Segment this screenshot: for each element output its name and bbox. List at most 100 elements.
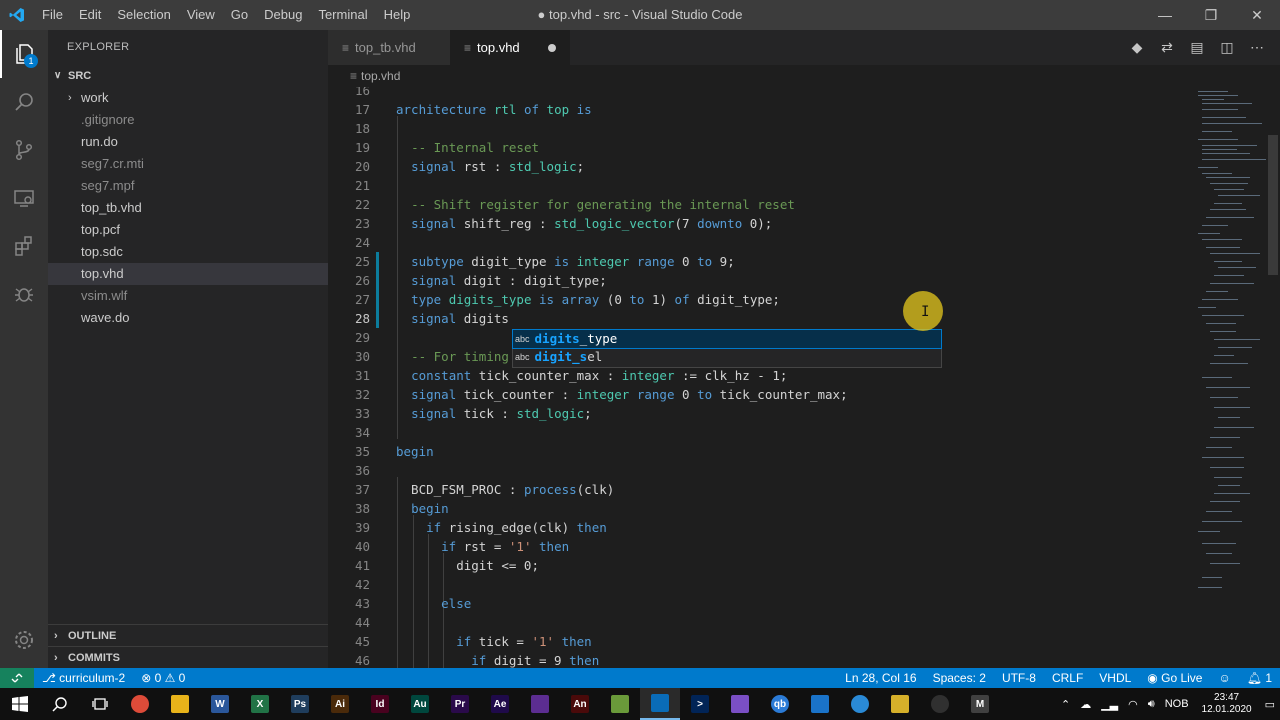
tab-top-tb-vhd[interactable]: ≡ top_tb.vhd — [328, 30, 450, 65]
suggestion-item[interactable]: abc digit_s el — [513, 348, 941, 366]
file-item[interactable]: seg7.cr.mti — [48, 153, 328, 175]
file-item[interactable]: top.sdc — [48, 241, 328, 263]
code-editor[interactable]: 16 17 architecture rtl of top is 18 19 -- In… — [328, 87, 1190, 668]
code-line[interactable]: 42 — [328, 575, 1190, 594]
menu-go[interactable]: Go — [223, 0, 256, 30]
git-branch[interactable]: ⎇ curriculum-2 — [34, 668, 133, 688]
network-icon[interactable]: ▁▃ — [1101, 698, 1118, 711]
taskbar-app-excel[interactable]: X — [240, 688, 280, 720]
code-line[interactable]: 27 type digits_type is array (0 to 1) of… — [328, 290, 1190, 309]
minimap[interactable] — [1190, 87, 1272, 668]
code-line[interactable]: 33 signal tick : std_logic; — [328, 404, 1190, 423]
menu-terminal[interactable]: Terminal — [310, 0, 375, 30]
breadcrumb-file[interactable]: top.vhd — [361, 69, 400, 83]
taskbar-app-app-yellow[interactable] — [880, 688, 920, 720]
taskbar-app-powershell[interactable]: > — [680, 688, 720, 720]
vertical-scrollbar[interactable] — [1266, 87, 1280, 668]
git-compare-icon[interactable]: ◆ — [1122, 39, 1152, 56]
indentation[interactable]: Spaces: 2 — [925, 668, 994, 688]
file-item[interactable]: wave.do — [48, 307, 328, 329]
taskbar-app-chrome[interactable] — [120, 688, 160, 720]
suggestion-item[interactable]: abc digits _type — [512, 329, 942, 349]
code-line[interactable]: 17 architecture rtl of top is — [328, 100, 1190, 119]
task-view-button[interactable] — [80, 688, 120, 720]
file-item[interactable]: run.do — [48, 131, 328, 153]
code-line[interactable]: 20 signal rst : std_logic; — [328, 157, 1190, 176]
source-control-activity[interactable] — [0, 126, 48, 174]
taskbar-app-animate[interactable]: An — [560, 688, 600, 720]
split-editor-icon[interactable]: ◫ — [1212, 39, 1242, 56]
notifications-bell[interactable]: 🔔︎ 1 — [1239, 668, 1280, 688]
start-button[interactable] — [0, 688, 40, 720]
restore-button[interactable]: ❐ — [1188, 0, 1234, 30]
taskbar-app-word[interactable]: W — [200, 688, 240, 720]
debug-activity[interactable] — [0, 270, 48, 318]
scrollbar-thumb[interactable] — [1268, 135, 1278, 275]
code-line[interactable]: 39 if rising_edge(clk) then — [328, 518, 1190, 537]
taskbar-app-obs[interactable] — [920, 688, 960, 720]
preview-icon[interactable]: ▤ — [1182, 39, 1212, 56]
code-line[interactable]: 26 signal digit : digit_type; — [328, 271, 1190, 290]
taskbar-app-visualstudio[interactable] — [520, 688, 560, 720]
taskbar-app-photoshop[interactable]: Ps — [280, 688, 320, 720]
file-item[interactable]: seg7.mpf — [48, 175, 328, 197]
code-line[interactable]: 38 begin — [328, 499, 1190, 518]
file-item[interactable]: top.pcf — [48, 219, 328, 241]
more-actions-icon[interactable]: ⋯ — [1242, 39, 1272, 56]
menu-view[interactable]: View — [179, 0, 223, 30]
code-line[interactable]: 19 -- Internal reset — [328, 138, 1190, 157]
taskbar-app-premiere[interactable]: Pr — [440, 688, 480, 720]
code-line[interactable]: 35 begin — [328, 442, 1190, 461]
code-line[interactable]: 24 — [328, 233, 1190, 252]
notification-center-icon[interactable]: ▭ — [1265, 698, 1275, 711]
code-line[interactable]: 41 digit <= 0; — [328, 556, 1190, 575]
settings-activity[interactable] — [0, 616, 48, 664]
taskbar-app-qbittorrent[interactable]: qb — [760, 688, 800, 720]
code-line[interactable]: 23 signal shift_reg : std_logic_vector(7… — [328, 214, 1190, 233]
cloud-icon[interactable]: ☁ — [1080, 698, 1091, 711]
cursor-position[interactable]: Ln 28, Col 16 — [837, 668, 924, 688]
taskbar-app-edge[interactable] — [800, 688, 840, 720]
minimize-button[interactable]: — — [1142, 0, 1188, 30]
chevron-up-icon[interactable]: ⌃ — [1061, 698, 1070, 711]
code-line[interactable]: 18 — [328, 119, 1190, 138]
tab-top-vhd[interactable]: ≡ top.vhd — [450, 30, 570, 65]
code-line[interactable]: 25 subtype digit_type is integer range 0… — [328, 252, 1190, 271]
taskbar-app-app-purple[interactable] — [720, 688, 760, 720]
code-line[interactable]: 46 if digit = 9 then — [328, 651, 1190, 668]
commits-section[interactable]: › COMMITS — [48, 646, 328, 669]
code-line[interactable]: 28 signal digits — [328, 309, 1190, 328]
outline-section[interactable]: › OUTLINE — [48, 624, 328, 647]
taskbar-app-app-m[interactable]: M — [960, 688, 1000, 720]
taskbar-app-aftereffects[interactable]: Ae — [480, 688, 520, 720]
volume-icon[interactable]: 🔊︎ — [1148, 698, 1155, 711]
taskbar-app-app-cube[interactable] — [840, 688, 880, 720]
taskbar-app-notepad[interactable] — [600, 688, 640, 720]
search-activity[interactable] — [0, 78, 48, 126]
explorer-activity[interactable]: 1 — [0, 30, 48, 78]
file-item[interactable]: top.vhd — [48, 263, 328, 285]
menu-file[interactable]: File — [34, 0, 71, 30]
code-line[interactable]: 43 else — [328, 594, 1190, 613]
menu-debug[interactable]: Debug — [256, 0, 310, 30]
search-taskbar-button[interactable] — [40, 688, 80, 720]
code-line[interactable]: 44 — [328, 613, 1190, 632]
input-language[interactable]: NOB — [1165, 698, 1189, 710]
encoding[interactable]: UTF-8 — [994, 668, 1044, 688]
taskbar-app-vscode[interactable] — [640, 688, 680, 720]
taskbar-app-illustrator[interactable]: Ai — [320, 688, 360, 720]
code-line[interactable]: 21 — [328, 176, 1190, 195]
extensions-activity[interactable] — [0, 222, 48, 270]
end-of-line[interactable]: CRLF — [1044, 668, 1091, 688]
code-line[interactable]: 22 -- Shift register for generating the … — [328, 195, 1190, 214]
taskbar-app-audition[interactable]: Au — [400, 688, 440, 720]
code-line[interactable]: 31 constant tick_counter_max : integer :… — [328, 366, 1190, 385]
code-line[interactable]: 37 BCD_FSM_PROC : process(clk) — [328, 480, 1190, 499]
file-item[interactable]: top_tb.vhd — [48, 197, 328, 219]
breadcrumb[interactable]: ≡ top.vhd — [328, 65, 1280, 87]
clock[interactable]: 23:47 12.01.2020 — [1202, 692, 1252, 716]
close-button[interactable]: ✕ — [1234, 0, 1280, 30]
code-line[interactable]: 16 — [328, 87, 1190, 100]
taskbar-app-explorer[interactable] — [160, 688, 200, 720]
code-line[interactable]: 34 — [328, 423, 1190, 442]
